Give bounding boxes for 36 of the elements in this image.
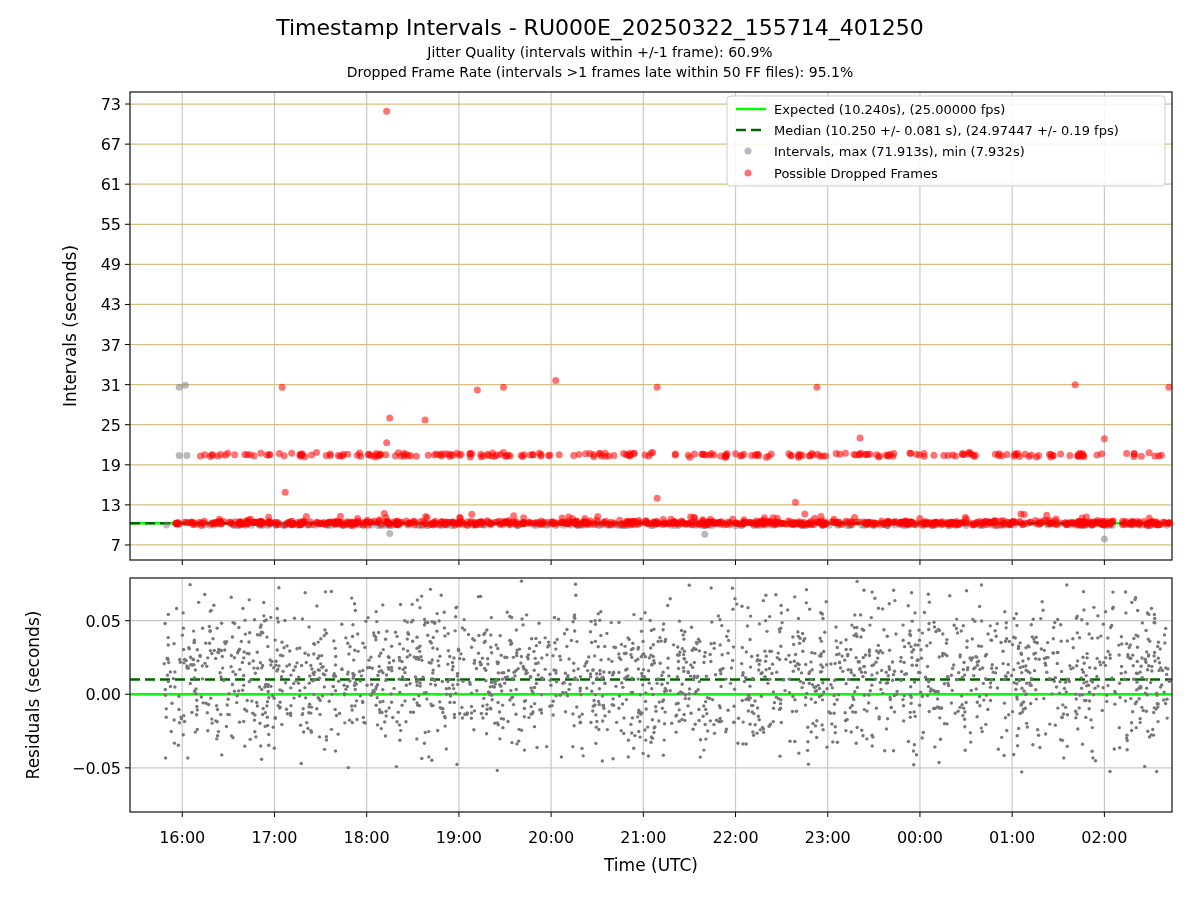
tick-label: 19 — [100, 455, 121, 475]
legend-label: Possible Dropped Frames — [774, 165, 938, 181]
tick-label: 23:00 — [804, 828, 851, 847]
legend-label: Median (10.250 +/- 0.081 s), (24.97447 +/- 0.19 fps) — [774, 122, 1119, 138]
tick-label: 31 — [100, 375, 121, 395]
tick-label: 20:00 — [528, 828, 575, 847]
tick-label: 16:00 — [159, 828, 206, 847]
tick-label: 55 — [100, 215, 121, 235]
tick-label: 17:00 — [251, 828, 298, 847]
tick-label: 22:00 — [712, 828, 759, 847]
tick-label: 49 — [100, 255, 121, 275]
tick-label: 25 — [100, 415, 121, 435]
tick-label: 21:00 — [620, 828, 667, 847]
tick-label: 00:00 — [896, 828, 943, 847]
tick-label: 61 — [100, 175, 121, 195]
legend-label: Intervals, max (71.913s), min (7.932s) — [774, 143, 1025, 159]
tick-label: 13 — [100, 495, 121, 515]
legend-label: Expected (10.240s), (25.00000 fps) — [774, 101, 1006, 117]
tick-label: −0.05 — [71, 758, 121, 778]
tick-label: 0.05 — [85, 611, 121, 631]
chart-title: Timestamp Intervals - RU000E_20250322_155714_401250 — [276, 14, 924, 42]
tick-label: 67 — [100, 135, 121, 155]
axis-title: Time (UTC) — [604, 855, 698, 875]
tick-label: 19:00 — [435, 828, 482, 847]
axis-title: Intervals (seconds) — [60, 244, 80, 408]
chart-subtitle: Dropped Frame Rate (intervals >1 frames late within 50 FF files): 95.1% — [346, 63, 854, 82]
axis-title: Residuals (seconds) — [23, 610, 43, 780]
tick-label: 7 — [110, 535, 121, 555]
tick-label: 01:00 — [989, 828, 1036, 847]
tick-label: 37 — [100, 335, 121, 355]
tick-label: 02:00 — [1081, 828, 1128, 847]
chart-subtitle: Jitter Quality (intervals within +/-1 frame): 60.9% — [427, 43, 773, 62]
tick-label: 0.00 — [85, 685, 121, 705]
tick-label: 18:00 — [343, 828, 390, 847]
tick-label: 43 — [100, 295, 121, 315]
tick-label: 73 — [100, 95, 121, 115]
